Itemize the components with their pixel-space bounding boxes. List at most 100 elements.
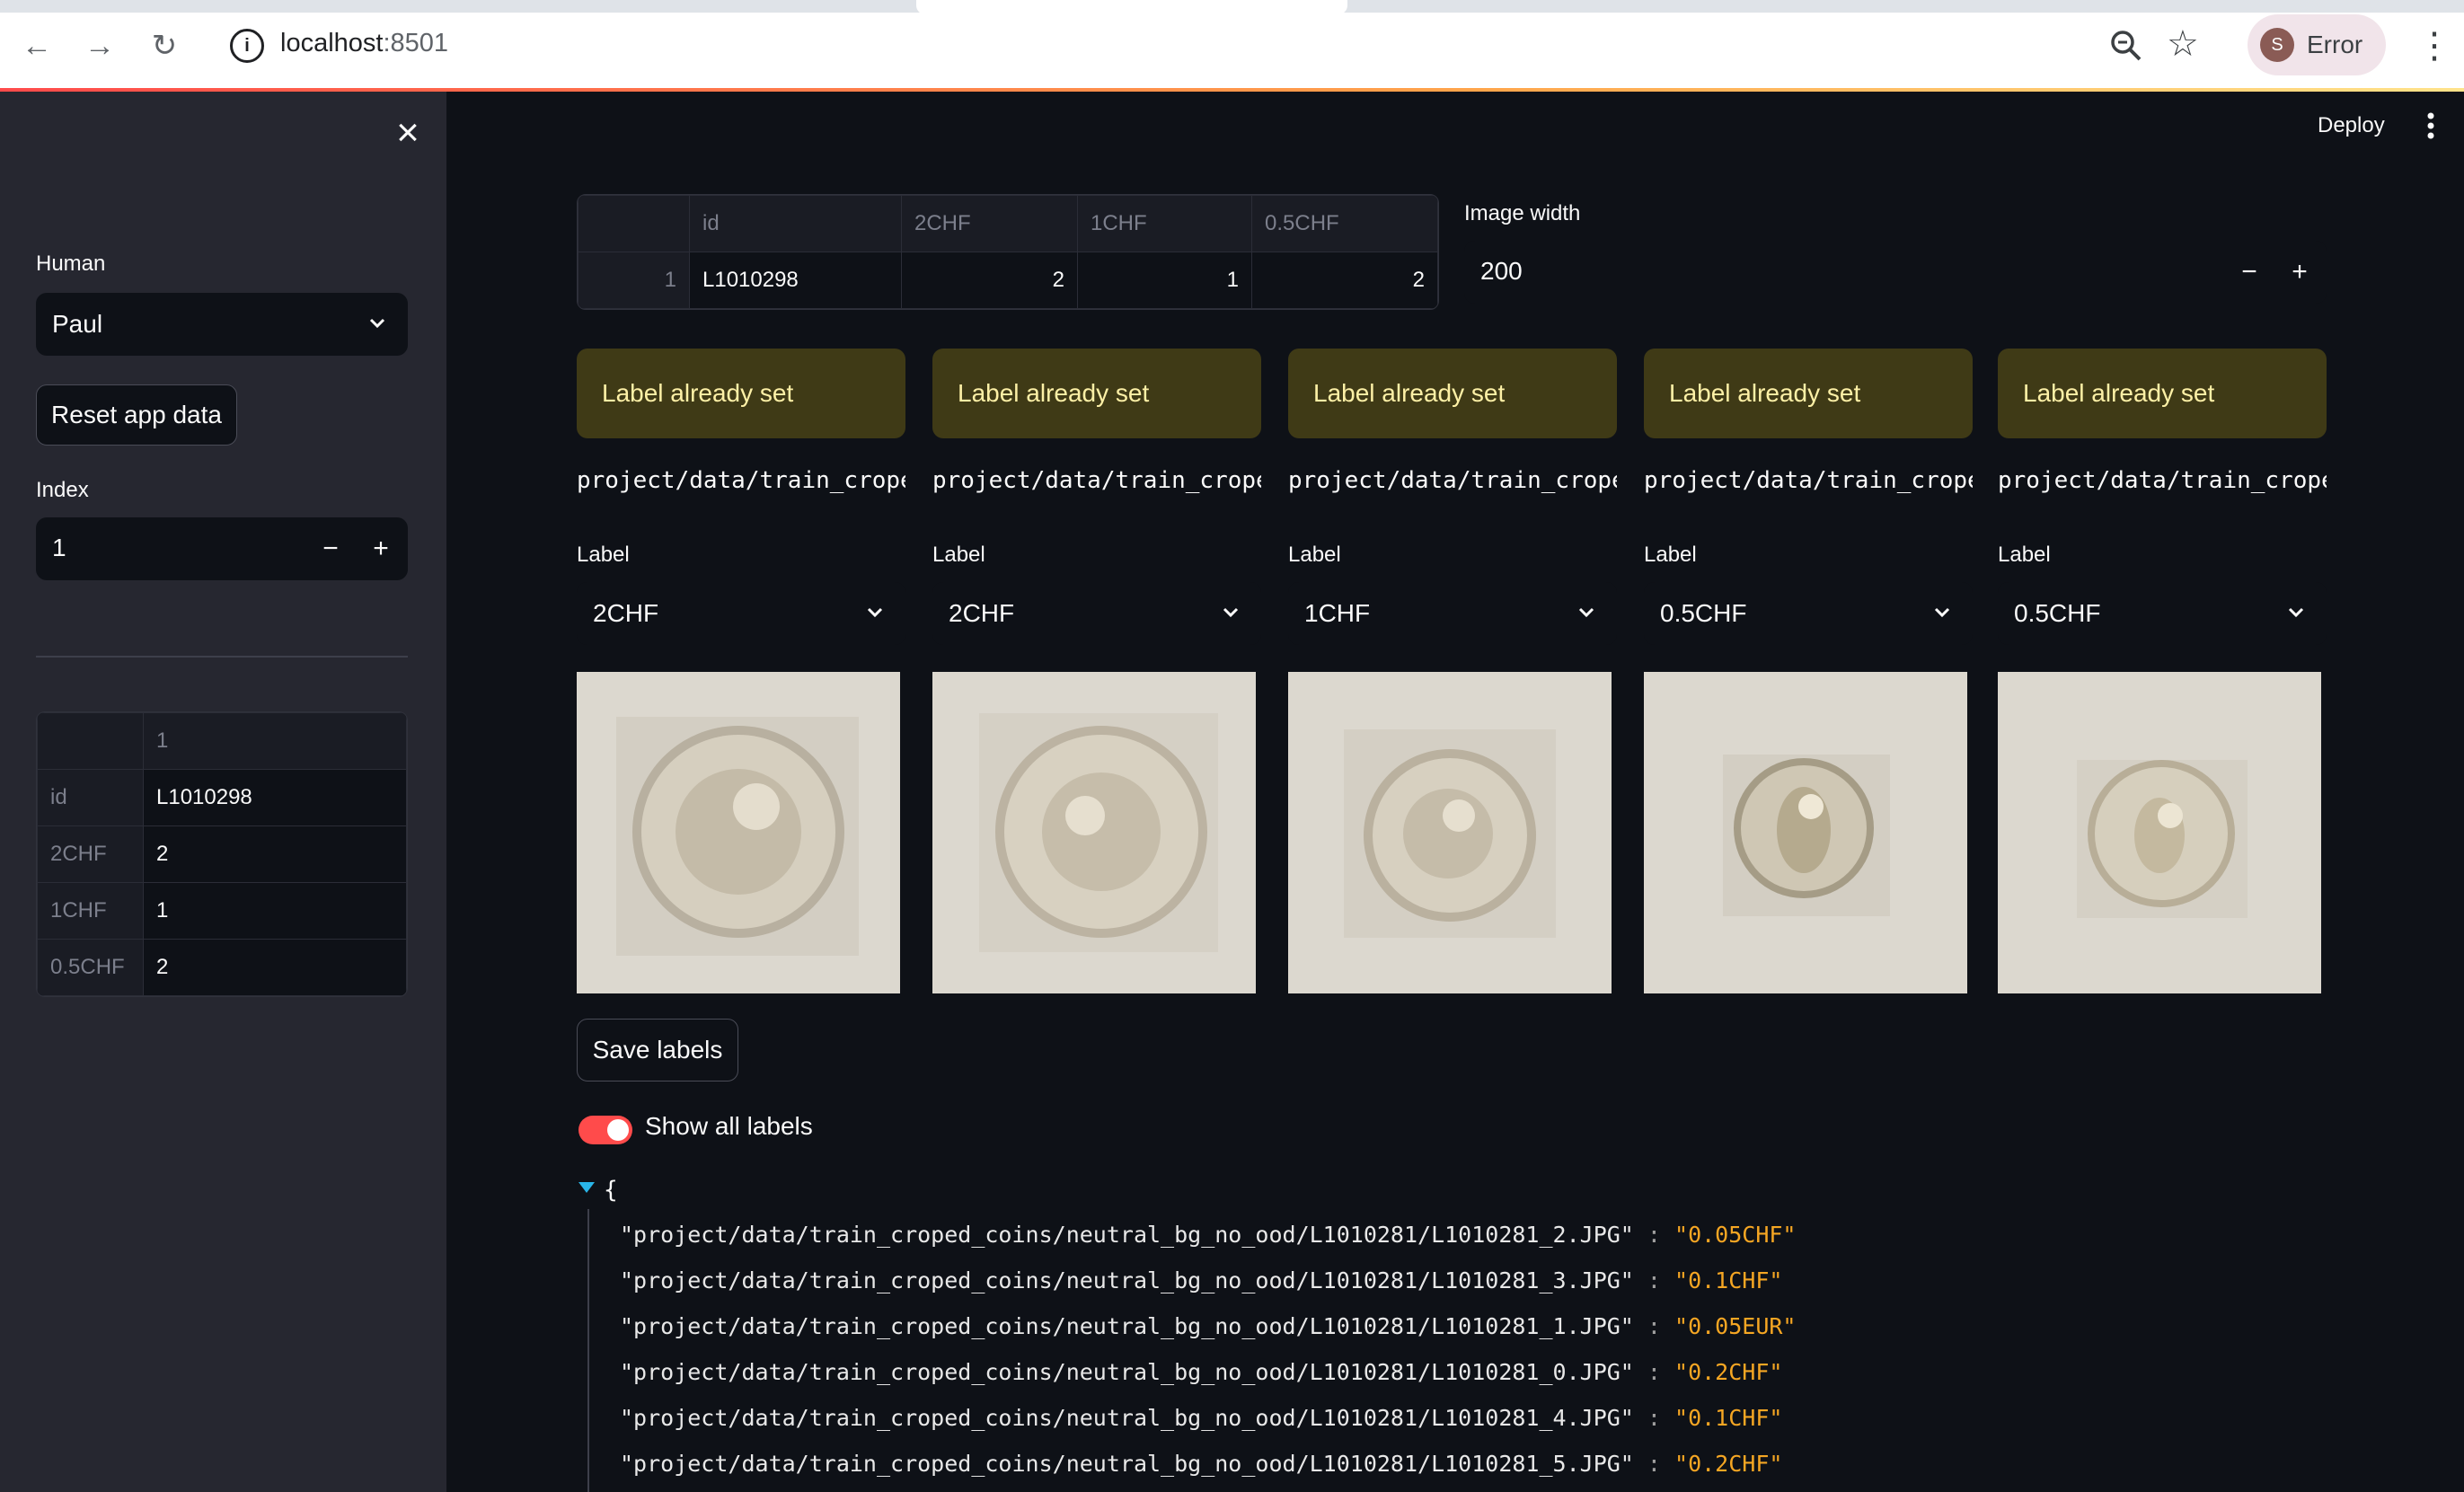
image-width-input[interactable]: 200 − +: [1464, 241, 2327, 304]
bookmark-star-icon[interactable]: ☆: [2167, 23, 2199, 65]
browser-menu-icon[interactable]: ⋮: [2416, 25, 2452, 66]
reset-app-data-button[interactable]: Reset app data: [36, 384, 237, 446]
json-entry: "project/data/train_croped_coins/neutral…: [620, 1313, 1797, 1339]
json-entry: "project/data/train_croped_coins/neutral…: [620, 1405, 1783, 1431]
json-key: "project/data/train_croped_coins/neutral…: [620, 1313, 1634, 1339]
decrement-button[interactable]: −: [305, 517, 356, 580]
label-caption: Label: [1644, 543, 1697, 567]
table-cell[interactable]: 1: [1077, 252, 1252, 309]
sidebar-divider: [36, 656, 408, 658]
label-select-value: 2CHF: [593, 599, 659, 627]
back-arrow-icon[interactable]: ←: [14, 23, 59, 68]
zoom-icon[interactable]: [2109, 29, 2143, 63]
increment-button[interactable]: +: [356, 517, 406, 580]
table-header-cell: [578, 195, 690, 252]
sidebar: × Human Paul Reset app data Index 1 − + …: [0, 92, 446, 1492]
chevron-down-icon: [2288, 607, 2304, 618]
collapse-triangle-icon[interactable]: [578, 1182, 595, 1193]
column-header-id[interactable]: id: [689, 195, 902, 252]
table-header-row: 1: [37, 712, 407, 770]
url-port: :8501: [383, 29, 449, 57]
index-value: 1: [52, 534, 66, 561]
json-value: "0.2CHF": [1674, 1359, 1783, 1385]
json-key: "project/data/train_croped_coins/neutral…: [620, 1405, 1634, 1431]
row-label: 0.5CHF: [37, 939, 144, 996]
address-bar[interactable]: i localhost:8501: [214, 14, 2235, 77]
row-label: id: [37, 769, 144, 826]
json-indent-rail: [587, 1209, 589, 1492]
label-select[interactable]: 0.5CHF: [1644, 582, 1973, 645]
json-value: "0.2CHF": [1674, 1451, 1783, 1477]
row-index: 1: [578, 252, 690, 309]
coin-image: [932, 672, 1256, 993]
image-path: project/data/train_croped_coins/neutral_…: [577, 467, 905, 494]
profile-button[interactable]: S Error: [2248, 14, 2386, 75]
label-caption: Label: [932, 543, 985, 567]
json-value: "0.05EUR": [1674, 1313, 1797, 1339]
save-labels-button[interactable]: Save labels: [577, 1019, 738, 1081]
label-select[interactable]: 0.5CHF: [1998, 582, 2327, 645]
index-label: Index: [36, 478, 89, 502]
table-row: 1 L1010298 2 1 2: [578, 252, 1438, 309]
table-cell[interactable]: L1010298: [689, 252, 902, 309]
json-value: "0.1CHF": [1674, 1267, 1783, 1293]
label-set-warning: Label already set: [577, 349, 905, 438]
image-path: project/data/train_croped_coins/neutral_…: [1288, 467, 1617, 494]
row-label: 2CHF: [37, 825, 144, 883]
table-cell[interactable]: 2: [143, 939, 407, 996]
chevron-down-icon: [1223, 607, 1239, 618]
deploy-button[interactable]: Deploy: [2318, 113, 2385, 138]
chevron-down-icon: [1934, 607, 1950, 618]
label-set-warning: Label already set: [1288, 349, 1617, 438]
column-header-2chf[interactable]: 2CHF: [901, 195, 1078, 252]
sidebar-summary-table[interactable]: 1 id L1010298 2CHF 2 1CHF 1 0.5CHF 2: [36, 711, 408, 997]
table-row: id L1010298: [37, 769, 407, 826]
forward-arrow-icon[interactable]: →: [77, 23, 122, 68]
chevron-down-icon: [369, 318, 385, 329]
table-cell[interactable]: 2: [901, 252, 1078, 309]
json-open-brace: {: [604, 1177, 618, 1204]
table-cell[interactable]: L1010298: [143, 769, 407, 826]
avatar: S: [2260, 28, 2294, 62]
table-cell[interactable]: 1: [143, 882, 407, 940]
table-cell[interactable]: 2: [1251, 252, 1438, 309]
table-row: 0.5CHF 2: [37, 939, 407, 996]
reload-icon[interactable]: ↻: [142, 23, 187, 68]
table-cell[interactable]: 2: [143, 825, 407, 883]
label-select[interactable]: 2CHF: [577, 582, 905, 645]
label-set-warning: Label already set: [932, 349, 1261, 438]
json-entry: "project/data/train_croped_coins/neutral…: [620, 1359, 1783, 1385]
chevron-down-icon: [867, 607, 883, 618]
coin-image: [577, 672, 900, 993]
decrement-button[interactable]: −: [2224, 241, 2274, 304]
site-info-icon[interactable]: i: [230, 29, 264, 63]
increment-button[interactable]: +: [2274, 241, 2325, 304]
coin-image: [1644, 672, 1967, 993]
label-set-warning: Label already set: [1644, 349, 1973, 438]
label-select[interactable]: 2CHF: [932, 582, 1261, 645]
human-select[interactable]: Paul: [36, 293, 408, 356]
index-number-input[interactable]: 1 − +: [36, 517, 408, 580]
address-url[interactable]: localhost:8501: [280, 29, 448, 58]
table-row: 2CHF 2: [37, 825, 407, 883]
active-tab[interactable]: [916, 0, 1347, 14]
column-header-05chf[interactable]: 0.5CHF: [1251, 195, 1438, 252]
column-header-1chf[interactable]: 1CHF: [1077, 195, 1252, 252]
image-width-value: 200: [1480, 257, 1523, 285]
table-header-row: id 2CHF 1CHF 0.5CHF: [578, 195, 1438, 252]
coin-image: [1288, 672, 1612, 993]
show-all-labels-toggle[interactable]: [578, 1116, 632, 1144]
main-menu-icon[interactable]: [2425, 111, 2436, 140]
labels-dataframe[interactable]: id 2CHF 1CHF 0.5CHF 1 L1010298 2 1 2: [577, 194, 1439, 310]
json-value: "0.05CHF": [1674, 1222, 1797, 1248]
image-path: project/data/train_croped_coins/neutral_…: [1644, 467, 1973, 494]
label-select[interactable]: 1CHF: [1288, 582, 1617, 645]
label-select-value: 0.5CHF: [2014, 599, 2101, 627]
show-all-labels-label: Show all labels: [645, 1112, 813, 1140]
image-path: project/data/train_croped_coins/neutral_…: [1998, 467, 2327, 494]
close-sidebar-icon[interactable]: ×: [388, 113, 428, 153]
coin-image: [1998, 672, 2321, 993]
toggle-knob: [607, 1119, 629, 1141]
label-caption: Label: [1288, 543, 1341, 567]
browser-chrome: ← → ↻ i localhost:8501 ☆ S Error ⋮: [0, 0, 2464, 90]
